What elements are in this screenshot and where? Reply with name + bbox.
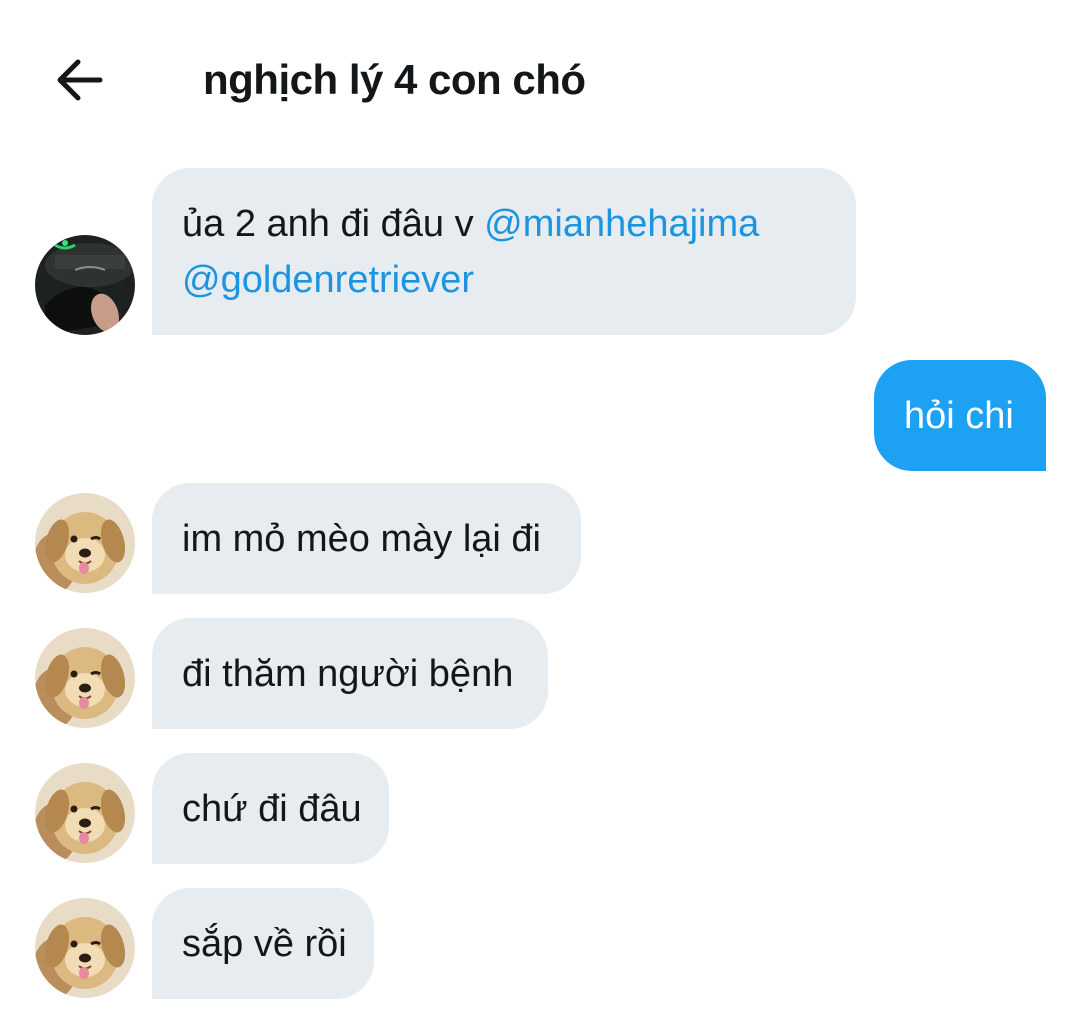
dm-conversation-screen: nghịch lý 4 con chó ủa 2 anh đi đâu v @m… [0, 0, 1080, 1014]
message-text-part: ủa 2 anh đi đâu v [182, 203, 485, 245]
avatar[interactable] [35, 235, 135, 335]
message-text: đi thăm người bệnh [182, 653, 514, 695]
message-text-line: @goldenretriever [182, 252, 826, 308]
user-avatar-image [35, 235, 135, 335]
message-bubble-received[interactable]: im mỏ mèo mày lại đi [152, 483, 581, 594]
mention-link[interactable]: @mianhehajima [484, 203, 759, 245]
avatar[interactable] [35, 763, 135, 863]
avatar[interactable] [35, 628, 135, 728]
message-text: ủa 2 anh đi đâu v @mianhehajima [182, 196, 826, 252]
message-bubble-sent[interactable]: hỏi chi [874, 360, 1046, 471]
message-bubble-received[interactable]: sắp về rồi [152, 888, 374, 999]
avatar[interactable] [35, 898, 135, 998]
avatar[interactable] [35, 493, 135, 593]
mention-link[interactable]: @goldenretriever [182, 259, 474, 301]
message-bubble-received[interactable]: chứ đi đâu [152, 753, 389, 864]
message-text: sắp về rồi [182, 923, 347, 965]
golden-retriever-avatar-image [35, 763, 135, 863]
message-text: hỏi chi [904, 395, 1014, 437]
message-text: im mỏ mèo mày lại đi [182, 518, 541, 560]
golden-retriever-avatar-image [35, 898, 135, 998]
back-button[interactable] [48, 52, 110, 108]
golden-retriever-avatar-image [35, 493, 135, 593]
message-bubble-received[interactable]: đi thăm người bệnh [152, 618, 548, 729]
golden-retriever-avatar-image [35, 628, 135, 728]
message-text: chứ đi đâu [182, 788, 362, 830]
arrow-left-icon [57, 59, 103, 101]
conversation-header: nghịch lý 4 con chó [0, 0, 1080, 150]
conversation-title: nghịch lý 4 con chó [203, 56, 586, 103]
message-bubble-received[interactable]: ủa 2 anh đi đâu v @mianhehajima @goldenr… [152, 168, 856, 335]
